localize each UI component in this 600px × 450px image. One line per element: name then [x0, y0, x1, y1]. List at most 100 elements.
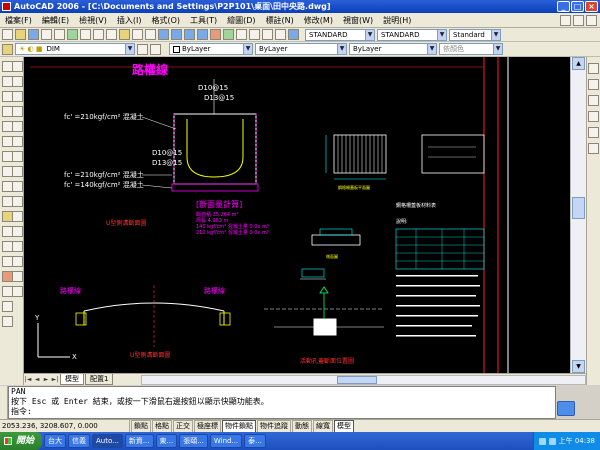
vertical-scrollbar[interactable]: ▲ ▼: [570, 57, 586, 373]
command-window[interactable]: PAN 按下 Esc 或 Enter 結束，或按一下滑鼠右邊按鈕以顯示快顯功能表…: [8, 386, 556, 419]
taskbar-item[interactable]: 張頤...: [179, 434, 208, 448]
properties-icon[interactable]: [210, 29, 221, 40]
menu-format[interactable]: 格式(O): [146, 13, 185, 27]
otrack-toggle[interactable]: 物件追蹤: [257, 420, 291, 432]
model-toggle[interactable]: 模型: [334, 420, 354, 432]
grid-toggle[interactable]: 格點: [152, 420, 172, 432]
menu-window[interactable]: 視窗(W): [338, 13, 378, 27]
ortho-toggle[interactable]: 正交: [173, 420, 193, 432]
copy-icon[interactable]: [93, 29, 104, 40]
mirror-icon[interactable]: [12, 91, 23, 102]
dim-style-select[interactable]: STANDARD ▼: [377, 28, 447, 41]
publish-icon[interactable]: [67, 29, 78, 40]
text-style-select[interactable]: STANDARD ▼: [305, 28, 375, 41]
command-prompt[interactable]: 指令:: [11, 407, 555, 417]
linetype-select[interactable]: ByLayer ▼: [255, 43, 347, 55]
join-icon[interactable]: [12, 241, 23, 252]
tab-layout1[interactable]: 配置1: [85, 374, 114, 385]
scale-icon[interactable]: [12, 166, 23, 177]
table-icon[interactable]: [2, 301, 13, 312]
menu-file[interactable]: 檔案(F): [0, 13, 37, 27]
tab-prev-icon[interactable]: ◄: [33, 375, 41, 384]
chamfer-icon[interactable]: [12, 256, 23, 267]
plot-style-select[interactable]: 依顏色 ▼: [439, 43, 503, 55]
paste-icon[interactable]: [106, 29, 117, 40]
menu-dimension[interactable]: 標註(N): [261, 13, 299, 27]
taskbar-item[interactable]: 台大: [44, 434, 67, 448]
layer-manager-icon[interactable]: [2, 43, 13, 55]
rotate-icon[interactable]: [12, 151, 23, 162]
make-current-layer-icon[interactable]: [137, 43, 148, 55]
dimension-angular-icon[interactable]: [588, 111, 599, 122]
break-icon[interactable]: [12, 226, 23, 237]
menu-help[interactable]: 說明(H): [378, 13, 416, 27]
move-icon[interactable]: [12, 136, 23, 147]
taskbar-item[interactable]: Wind...: [209, 434, 243, 448]
plot-preview-icon[interactable]: [54, 29, 65, 40]
undo-icon[interactable]: [132, 29, 143, 40]
taskbar-item[interactable]: 新資...: [124, 434, 154, 448]
open-icon[interactable]: [15, 29, 26, 40]
layer-select[interactable]: ☀ ◐ ■ DIM ▼: [15, 43, 135, 55]
dimension-radius-icon[interactable]: [588, 95, 599, 106]
start-button[interactable]: 開始: [0, 432, 43, 450]
minimize-button[interactable]: _: [557, 1, 570, 12]
lineweight-select[interactable]: ByLayer ▼: [349, 43, 437, 55]
sheet-set-icon[interactable]: [249, 29, 260, 40]
tolerance-icon[interactable]: [588, 143, 599, 154]
menu-tools[interactable]: 工具(T): [185, 13, 222, 27]
trim-icon[interactable]: [12, 196, 23, 207]
close-button[interactable]: ×: [585, 1, 598, 12]
new-icon[interactable]: [2, 29, 13, 40]
horizontal-scrollbar[interactable]: [141, 374, 586, 385]
tab-first-icon[interactable]: |◄: [24, 375, 32, 384]
doc-minimize-icon[interactable]: [560, 14, 571, 26]
help-icon[interactable]: [288, 29, 299, 40]
menu-view[interactable]: 檢視(V): [74, 13, 112, 27]
menu-edit[interactable]: 編輯(E): [37, 13, 74, 27]
taskbar-item[interactable]: 信義: [68, 434, 91, 448]
tray-icon[interactable]: [538, 437, 546, 445]
cut-icon[interactable]: [80, 29, 91, 40]
menu-insert[interactable]: 插入(I): [112, 13, 147, 27]
tab-next-icon[interactable]: ►: [42, 375, 50, 384]
tray-icon[interactable]: [548, 437, 556, 445]
pan-icon[interactable]: [158, 29, 169, 40]
copy-object-icon[interactable]: [12, 76, 23, 87]
fillet-icon[interactable]: [12, 271, 23, 282]
save-icon[interactable]: [28, 29, 39, 40]
doc-close-icon[interactable]: [586, 14, 597, 26]
extend-icon[interactable]: [12, 211, 23, 222]
redo-icon[interactable]: [145, 29, 156, 40]
array-icon[interactable]: [12, 121, 23, 132]
multiline-text-icon[interactable]: [2, 316, 13, 327]
markup-icon[interactable]: [262, 29, 273, 40]
tab-last-icon[interactable]: ►|: [51, 375, 59, 384]
scroll-down-icon[interactable]: ▼: [572, 360, 585, 373]
offset-icon[interactable]: [12, 106, 23, 117]
design-center-icon[interactable]: [223, 29, 234, 40]
tab-model[interactable]: 模型: [60, 374, 84, 385]
dimension-aligned-icon[interactable]: [588, 79, 599, 90]
calculator-icon[interactable]: [275, 29, 286, 40]
zoom-previous-icon[interactable]: [197, 29, 208, 40]
snap-toggle[interactable]: 鎖點: [131, 420, 151, 432]
stretch-icon[interactable]: [12, 181, 23, 192]
taskbar-item[interactable]: Auto...: [92, 434, 123, 448]
menu-modify[interactable]: 修改(M): [299, 13, 338, 27]
explode-icon[interactable]: [12, 286, 23, 297]
dynamic-toggle[interactable]: 動態: [292, 420, 312, 432]
lineweight-toggle[interactable]: 線寬: [313, 420, 333, 432]
taskbar-item[interactable]: 東...: [155, 434, 178, 448]
plot-icon[interactable]: [41, 29, 52, 40]
erase-icon[interactable]: [12, 61, 23, 72]
menu-draw[interactable]: 繪圖(D): [222, 13, 260, 27]
taskbar-item[interactable]: 泰...: [244, 434, 266, 448]
zoom-realtime-icon[interactable]: [171, 29, 182, 40]
doc-restore-icon[interactable]: [573, 14, 584, 26]
vertical-scroll-thumb[interactable]: [572, 197, 585, 219]
communication-center-icon[interactable]: [557, 401, 575, 416]
match-properties-icon[interactable]: [119, 29, 130, 40]
command-window-grip[interactable]: [0, 386, 8, 419]
dimension-linear-icon[interactable]: [588, 63, 599, 74]
